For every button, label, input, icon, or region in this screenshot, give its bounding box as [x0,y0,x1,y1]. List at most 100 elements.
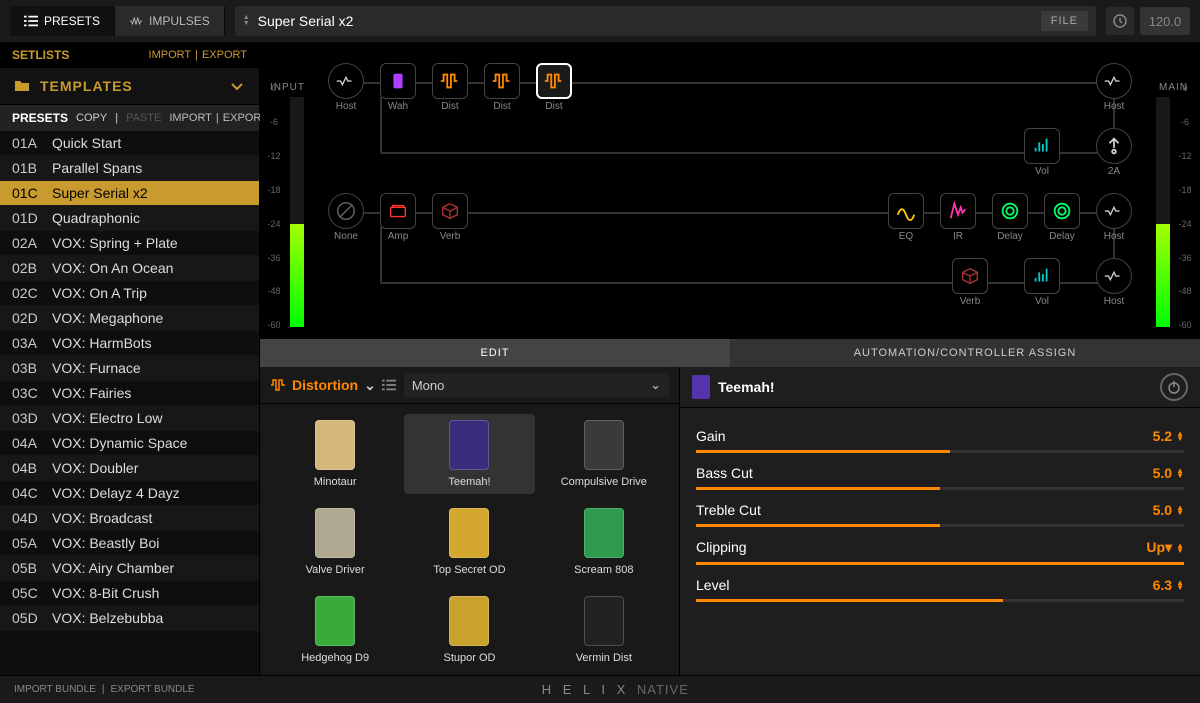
preset-item[interactable]: 05CVOX: 8-Bit Crush [0,581,259,606]
preset-name: VOX: Fairies [52,385,131,401]
preset-item[interactable]: 05DVOX: Belzebubba [0,606,259,631]
param-slider[interactable] [696,562,1184,565]
tempo-value[interactable]: 120.0 [1140,7,1190,35]
tab-presets[interactable]: PRESETS [10,6,115,36]
sidebar: SETLISTS IMPORT | EXPORT TEMPLATES PRESE… [0,42,260,675]
signal-block[interactable]: Dist [528,63,580,112]
model-item[interactable]: Hedgehog D9 [270,590,400,670]
preset-item[interactable]: 01BParallel Spans [0,156,259,181]
signal-block[interactable]: Verb [944,258,996,307]
category-select[interactable]: Distortion ⌄ [270,377,396,394]
signal-block[interactable]: Verb [424,193,476,242]
preset-item[interactable]: 03BVOX: Furnace [0,356,259,381]
preset-item[interactable]: 04BVOX: Doubler [0,456,259,481]
signal-block[interactable]: Delay [984,193,1036,242]
model-name: Top Secret OD [433,564,505,576]
presets-import[interactable]: IMPORT [169,112,212,124]
model-item[interactable]: Vermin Dist [539,590,669,670]
model-item[interactable]: Compulsive Drive [539,414,669,494]
preset-item[interactable]: 03DVOX: Electro Low [0,406,259,431]
presets-copy[interactable]: COPY [76,112,107,124]
param-value[interactable]: Up▾ ▲▼ [1146,539,1184,556]
signal-block[interactable]: IR [932,193,984,242]
signal-block[interactable]: Dist [424,63,476,112]
preset-name[interactable]: Super Serial x2 [258,13,1041,29]
import-bundle-button[interactable]: IMPORT BUNDLE [14,684,96,695]
setlist-import[interactable]: IMPORT [149,49,192,61]
param-row[interactable]: ClippingUp▾ ▲▼ [696,539,1184,565]
tempo-tap-button[interactable] [1106,7,1134,35]
signal-block[interactable]: Host [1088,258,1140,307]
signal-block[interactable]: Vol [1016,128,1068,177]
signal-block[interactable]: 2A [1088,128,1140,177]
tab-impulses[interactable]: IMPULSES [115,6,225,36]
preset-item[interactable]: 04AVOX: Dynamic Space [0,431,259,456]
param-row[interactable]: Level6.3 ▲▼ [696,577,1184,602]
param-spinner[interactable]: ▲▼ [1176,543,1184,553]
signal-block[interactable]: Amp [372,193,424,242]
setlist-export[interactable]: EXPORT [202,49,247,61]
model-item[interactable]: Valve Driver [270,502,400,582]
preset-slot: 03D [12,410,52,426]
preset-item[interactable]: 02DVOX: Megaphone [0,306,259,331]
channel-mode-select[interactable]: Mono ⌄ [404,373,669,397]
preset-slot: 04A [12,435,52,451]
param-spinner[interactable]: ▲▼ [1176,468,1184,478]
preset-name: VOX: On An Ocean [52,260,173,276]
signal-block[interactable]: Host [1088,193,1140,242]
signal-block[interactable]: None [320,193,372,242]
param-value[interactable]: 6.3 ▲▼ [1153,577,1184,593]
preset-slot: 02D [12,310,52,326]
preset-stepper[interactable]: ▲▼ [243,15,250,27]
preset-item[interactable]: 03AVOX: HarmBots [0,331,259,356]
param-slider[interactable] [696,487,1184,490]
signal-block[interactable]: Delay [1036,193,1088,242]
file-button[interactable]: FILE [1041,11,1088,31]
param-spinner[interactable]: ▲▼ [1176,580,1184,590]
param-value[interactable]: 5.2 ▲▼ [1153,428,1184,444]
block-label: Host [1104,101,1125,112]
preset-item[interactable]: 01AQuick Start [0,131,259,156]
signal-block[interactable]: Wah [372,63,424,112]
preset-item[interactable]: 04DVOX: Broadcast [0,506,259,531]
signal-block[interactable]: EQ [880,193,932,242]
model-item[interactable]: Teemah! [404,414,534,494]
preset-item[interactable]: 02AVOX: Spring + Plate [0,231,259,256]
model-item[interactable]: Stupor OD [404,590,534,670]
tab-edit[interactable]: EDIT [260,339,730,367]
preset-item[interactable]: 02BVOX: On An Ocean [0,256,259,281]
signal-block[interactable]: Host [320,63,372,112]
signal-block[interactable]: Dist [476,63,528,112]
model-item[interactable]: Scream 808 [539,502,669,582]
model-name: Hedgehog D9 [301,652,369,664]
preset-item[interactable]: 03CVOX: Fairies [0,381,259,406]
block-icon [888,193,924,229]
preset-item[interactable]: 02CVOX: On A Trip [0,281,259,306]
param-row[interactable]: Bass Cut5.0 ▲▼ [696,465,1184,490]
param-value[interactable]: 5.0 ▲▼ [1153,465,1184,481]
param-slider[interactable] [696,599,1184,602]
preset-list[interactable]: 01AQuick Start01BParallel Spans01CSuper … [0,131,259,675]
power-button[interactable] [1160,373,1188,401]
param-spinner[interactable]: ▲▼ [1176,431,1184,441]
signal-block[interactable]: Vol [1016,258,1068,307]
preset-item[interactable]: 01DQuadraphonic [0,206,259,231]
preset-name: VOX: Broadcast [52,510,152,526]
preset-item[interactable]: 05BVOX: Airy Chamber [0,556,259,581]
param-row[interactable]: Gain5.2 ▲▼ [696,428,1184,453]
tab-automation[interactable]: AUTOMATION/CONTROLLER ASSIGN [730,339,1200,367]
param-slider[interactable] [696,524,1184,527]
signal-block[interactable]: Host [1088,63,1140,112]
templates-dropdown[interactable]: TEMPLATES [0,68,259,105]
param-spinner[interactable]: ▲▼ [1176,505,1184,515]
export-bundle-button[interactable]: EXPORT BUNDLE [110,684,194,695]
param-value[interactable]: 5.0 ▲▼ [1153,502,1184,518]
model-item[interactable]: Minotaur [270,414,400,494]
preset-item[interactable]: 01CSuper Serial x2 [0,181,259,206]
preset-item[interactable]: 04CVOX: Delayz 4 Dayz [0,481,259,506]
model-item[interactable]: Top Secret OD [404,502,534,582]
param-row[interactable]: Treble Cut5.0 ▲▼ [696,502,1184,527]
preset-item[interactable]: 05AVOX: Beastly Boi [0,531,259,556]
param-slider[interactable] [696,450,1184,453]
preset-name: VOX: Airy Chamber [52,560,174,576]
